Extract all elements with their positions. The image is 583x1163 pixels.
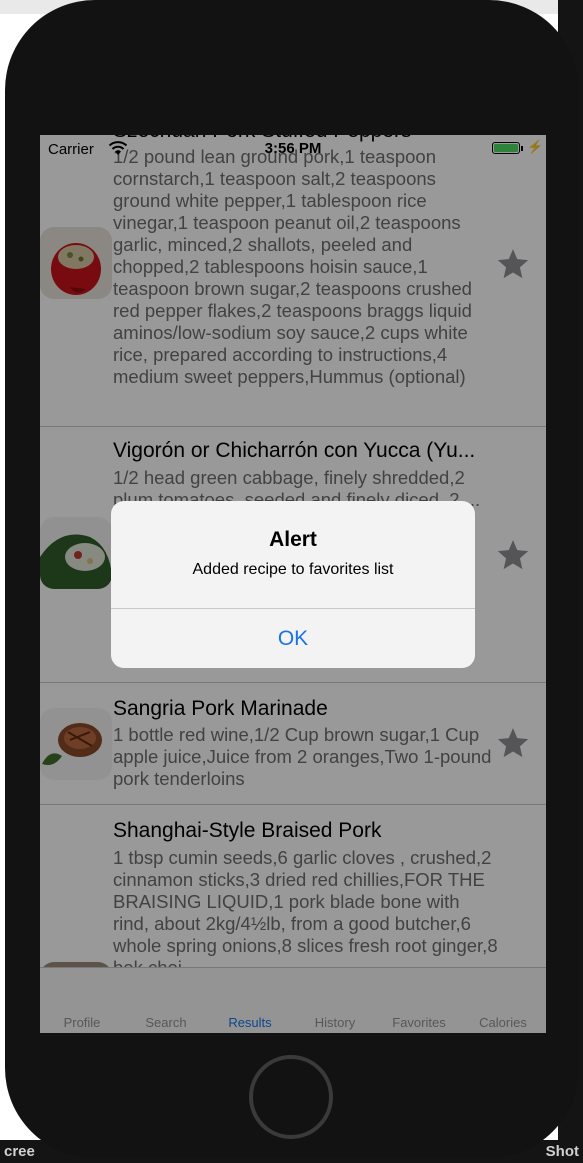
alert-dialog: Alert Added recipe to favorites list OK <box>111 501 475 668</box>
iphone-frame: Carrier 3:56 PM ⚡ 1/2 pound lean ground … <box>5 0 579 1158</box>
alert-title: Alert <box>269 528 317 551</box>
desktop-label-right: Shot <box>545 1143 579 1160</box>
desktop-label-left: cree <box>4 1143 35 1160</box>
alert-ok-button[interactable]: OK <box>111 609 475 668</box>
app-screen: Carrier 3:56 PM ⚡ 1/2 pound lean ground … <box>40 135 546 1033</box>
alert-message: Added recipe to favorites list <box>192 561 394 578</box>
home-button[interactable] <box>249 1055 333 1139</box>
